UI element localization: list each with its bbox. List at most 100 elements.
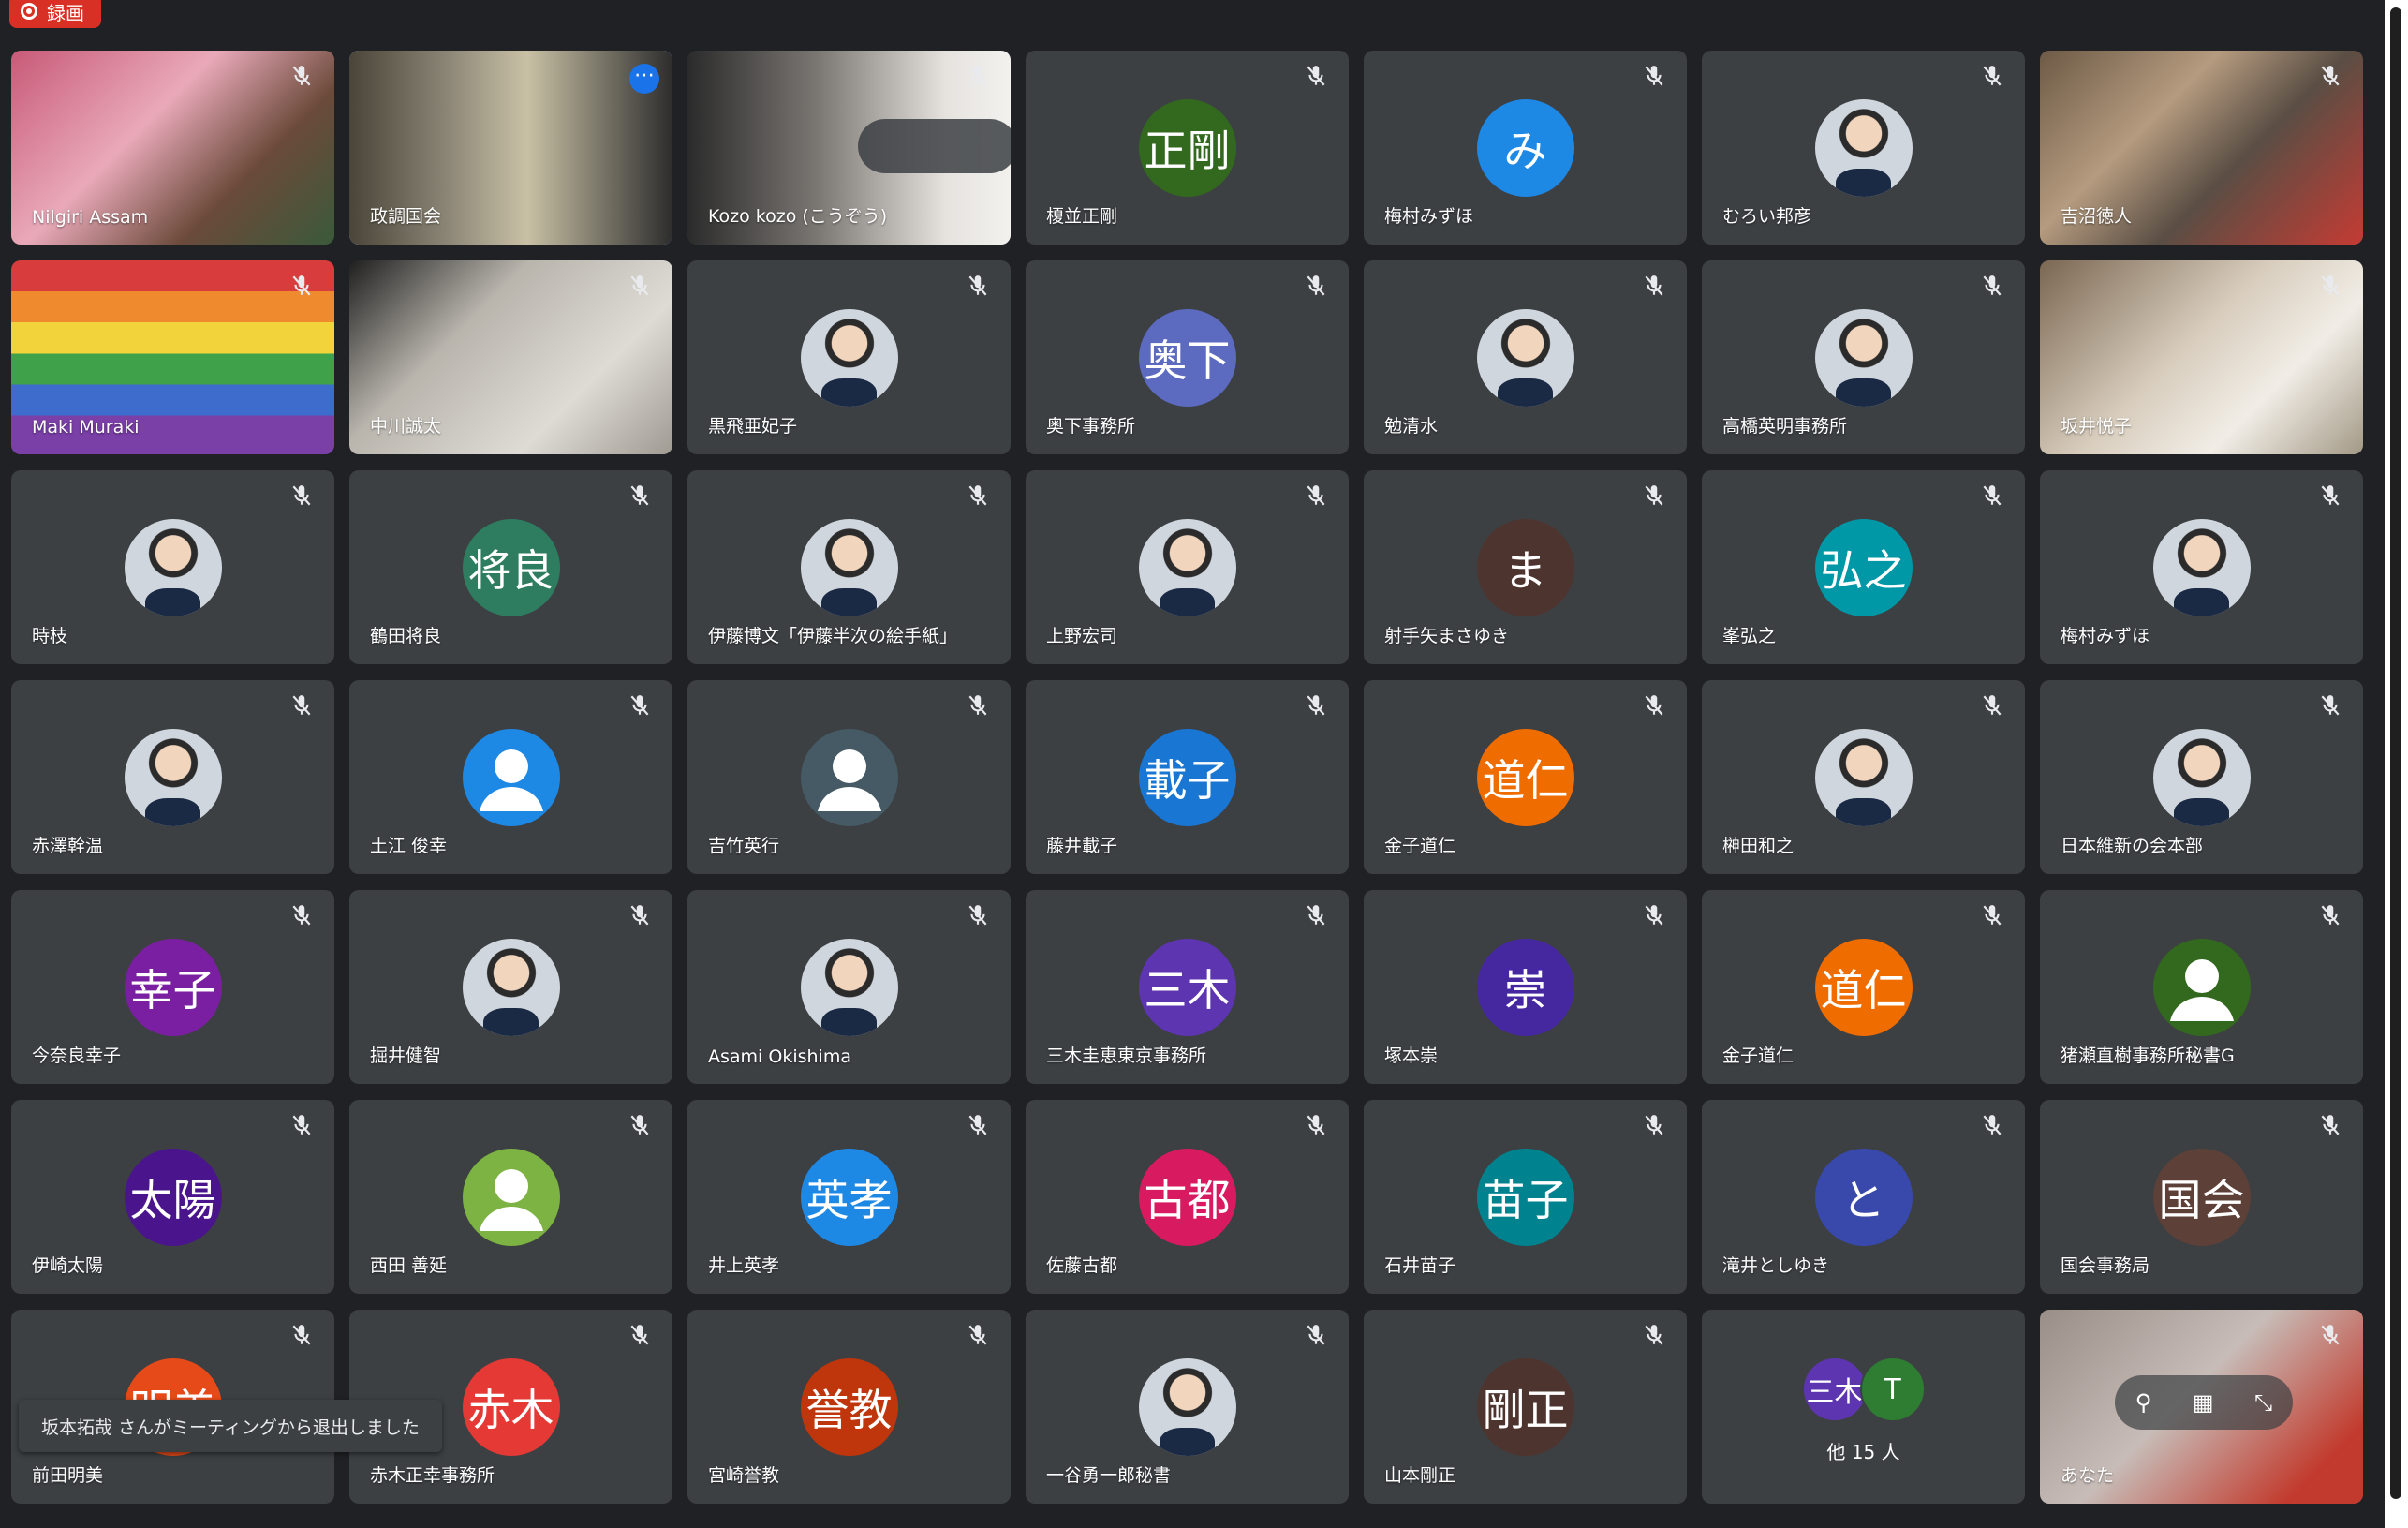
participant-tile[interactable]: Nilgiri Assam [11, 51, 334, 245]
participant-name: 射手矢まさゆき [1384, 626, 1510, 646]
participant-tile[interactable]: 奥下 奥下事務所 [1026, 260, 1349, 454]
participant-name: 日本維新の会本部 [2061, 836, 2204, 856]
avatar: 正剛 [1138, 98, 1236, 197]
mic-off-icon [1642, 1323, 1666, 1347]
participant-tile[interactable]: 伊藤博文「伊藤半次の絵手紙」 [687, 470, 1011, 664]
participant-name: 鶴田将良 [370, 626, 442, 646]
participant-tile[interactable]: 古都 佐藤古都 [1026, 1100, 1349, 1294]
self-tile-controls[interactable]: ⚲ ▦ ⤡ [2115, 1375, 2293, 1430]
participant-tile[interactable]: Maki Muraki [11, 260, 334, 454]
participant-tile[interactable]: 西田 善延 [349, 1100, 672, 1294]
tile-controls[interactable] [858, 119, 1011, 173]
hide-self-icon[interactable]: ▦ [2193, 1389, 2214, 1416]
person-icon [462, 1148, 560, 1246]
participant-tile[interactable]: 苗子 石井苗子 [1364, 1100, 1687, 1294]
participant-tile[interactable]: み梅村みずほ [1364, 51, 1687, 245]
minimize-icon[interactable]: ⤡ [2254, 1389, 2272, 1416]
mic-off-icon [289, 64, 314, 88]
mini-avatar: 三木 [1801, 1357, 1868, 1422]
participant-name: 黒飛亜妃子 [708, 416, 798, 437]
participant-tile[interactable]: 正剛 榎並正剛 [1026, 51, 1349, 245]
participant-tile[interactable]: Asami Okishima [687, 890, 1011, 1084]
participant-tile[interactable]: 英孝 井上英孝 [687, 1100, 1011, 1294]
others-tile[interactable]: 三木 T 他 15 人 [1702, 1310, 2025, 1504]
participant-name: 梅村みずほ [1384, 206, 1474, 227]
participant-tile[interactable]: 道仁 金子道仁 [1364, 680, 1687, 874]
participant-tile[interactable]: 崇塚本崇 [1364, 890, 1687, 1084]
participant-name: むろい邦彦 [1722, 206, 1812, 227]
participant-tile[interactable]: と滝井としゆき [1702, 1100, 2025, 1294]
participant-name: 金子道仁 [1384, 836, 1456, 856]
avatar: 赤木 [462, 1357, 560, 1456]
participant-tile[interactable]: 榊田和之 [1702, 680, 2025, 874]
participant-tile[interactable]: 坂井悦子 [2040, 260, 2363, 454]
participant-name: 滝井としゆき [1722, 1255, 1830, 1276]
participant-name: 石井苗子 [1384, 1255, 1456, 1276]
participant-name: 榎並正剛 [1046, 206, 1118, 227]
participant-tile[interactable]: 国会 国会事務局 [2040, 1100, 2363, 1294]
avatar: 崇 [1476, 938, 1574, 1036]
participant-name: 赤澤幹温 [32, 836, 104, 856]
participant-tile[interactable]: ま射手矢まさゆき [1364, 470, 1687, 664]
mic-off-icon [966, 64, 990, 88]
participant-name: Kozo kozo (こうぞう) [708, 206, 888, 227]
participant-tile[interactable]: 誉教 宮崎誉教 [687, 1310, 1011, 1504]
participant-tile[interactable]: 土江 俊幸 [349, 680, 672, 874]
participant-tile[interactable]: Kozo kozo (こうぞう) [687, 51, 1011, 245]
participant-tile[interactable]: ⋯ 政調国会 [349, 51, 672, 245]
participant-tile[interactable]: 道仁 金子道仁 [1702, 890, 2025, 1084]
participant-name: 上野宏司 [1046, 626, 1118, 646]
avatar: 弘之 [1814, 518, 1913, 616]
recording-badge[interactable]: 録画 [9, 0, 101, 28]
mic-off-icon [1304, 693, 1328, 718]
participant-tile[interactable]: 日本維新の会本部 [2040, 680, 2363, 874]
participant-tile[interactable]: 梅村みずほ [2040, 470, 2363, 664]
participant-name: 藤井載子 [1046, 836, 1118, 856]
participant-tile[interactable]: 時枝 [11, 470, 334, 664]
participant-tile[interactable]: 太陽 伊崎太陽 [11, 1100, 334, 1294]
mic-off-icon [1304, 483, 1328, 508]
mic-off-icon [966, 693, 990, 718]
participant-tile[interactable]: 勉清水 [1364, 260, 1687, 454]
participant-name: 奥下事務所 [1046, 416, 1136, 437]
mic-off-icon [1642, 693, 1666, 718]
participant-tile[interactable]: むろい邦彦 [1702, 51, 2025, 245]
participant-tile[interactable]: 剛正 山本剛正 [1364, 1310, 1687, 1504]
mic-off-icon [2318, 64, 2342, 88]
participant-tile[interactable]: 弘之 峯弘之 [1702, 470, 2025, 664]
mic-off-icon [2318, 1113, 2342, 1137]
participant-name: 土江 俊幸 [370, 836, 448, 856]
mic-off-icon [1642, 903, 1666, 927]
participant-tile[interactable]: 猪瀬直樹事務所秘書G [2040, 890, 2363, 1084]
mic-off-icon [289, 274, 314, 298]
participant-tile[interactable]: 載子 藤井載子 [1026, 680, 1349, 874]
participant-tile[interactable]: 赤澤幹温 [11, 680, 334, 874]
mic-off-icon [2318, 693, 2342, 718]
participant-tile[interactable]: 一谷勇一郎秘書 [1026, 1310, 1349, 1504]
pin-icon[interactable]: ⚲ [2135, 1389, 2152, 1416]
self-tile[interactable]: ⚲ ▦ ⤡ あなた [2040, 1310, 2363, 1504]
participant-tile[interactable]: 中川誠太 [349, 260, 672, 454]
avatar: 国会 [2152, 1148, 2251, 1246]
participant-tile[interactable]: 三木 三木圭恵東京事務所 [1026, 890, 1349, 1084]
participant-tile[interactable]: 将良 鶴田将良 [349, 470, 672, 664]
scrollbar[interactable] [2385, 0, 2408, 1528]
mic-off-icon [628, 903, 652, 927]
participant-name: 吉沼徳人 [2061, 206, 2133, 227]
participant-tile[interactable]: 吉沼徳人 [2040, 51, 2363, 245]
participant-name: 伊藤博文「伊藤半次の絵手紙」 [708, 626, 958, 646]
mic-off-icon [1980, 64, 2004, 88]
avatar: 古都 [1138, 1148, 1236, 1246]
participant-tile[interactable]: 黒飛亜妃子 [687, 260, 1011, 454]
avatar: 英孝 [800, 1148, 898, 1246]
participant-tile[interactable]: 上野宏司 [1026, 470, 1349, 664]
scrollbar-thumb[interactable] [2390, 7, 2401, 1499]
participant-tile[interactable]: 掘井健智 [349, 890, 672, 1084]
recording-label: 録画 [47, 1, 84, 24]
more-options-button[interactable]: ⋯ [629, 64, 659, 94]
toast-message: 坂本拓哉 さんがミーティングから退出しました [41, 1417, 420, 1438]
avatar-photo [800, 938, 898, 1036]
participant-tile[interactable]: 吉竹英行 [687, 680, 1011, 874]
participant-tile[interactable]: 高橋英明事務所 [1702, 260, 2025, 454]
participant-tile[interactable]: 幸子 今奈良幸子 [11, 890, 334, 1084]
